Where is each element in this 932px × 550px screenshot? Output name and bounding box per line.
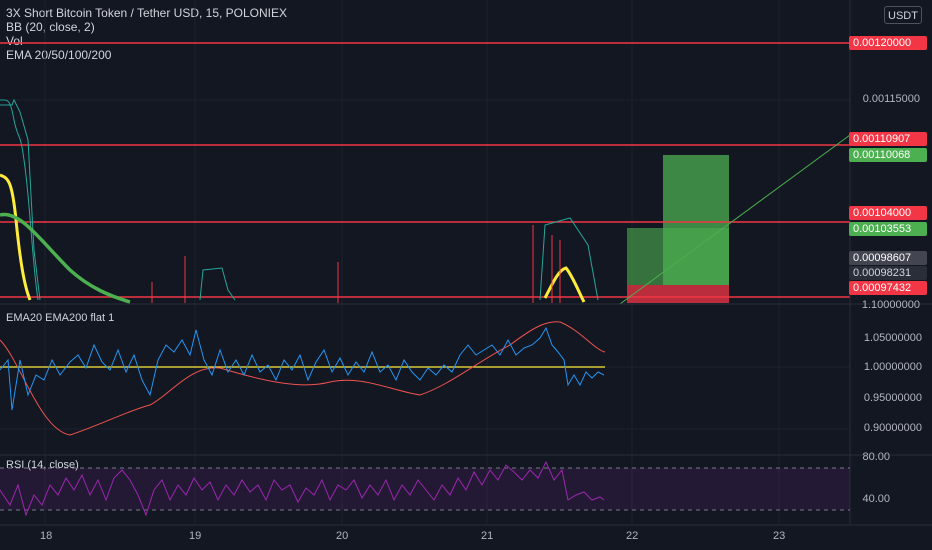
time-axis-label: 18 [40, 530, 53, 542]
ema-yellow [0, 173, 32, 301]
chart-canvas[interactable] [0, 0, 932, 550]
trend-line [619, 134, 851, 305]
price-tag: 0.00104000 [849, 206, 927, 220]
bb-upper [0, 99, 39, 301]
rsi-axis-label: 40.00 [862, 493, 890, 505]
indicator-axis-label: 1.05000000 [863, 332, 922, 344]
price-axis-label: 1.10000000 [861, 299, 920, 311]
time-axis-label: 21 [481, 530, 494, 542]
indicator-axis-label: 0.95000000 [863, 392, 922, 404]
time-axis-label: 23 [773, 530, 786, 542]
ema200-line [0, 321, 606, 436]
bb-mid-2 [199, 267, 236, 301]
price-tag: 0.00098607 [849, 251, 927, 265]
ema20-ratio-line [0, 326, 605, 411]
price-axis-label: 0.00115000 [862, 93, 920, 105]
price-tag: 0.00120000 [849, 36, 927, 50]
price-tag: 0.00110907 [849, 132, 927, 146]
indicator-axis-label: 1.00000000 [863, 361, 922, 373]
indicator-axis-label: 0.90000000 [863, 422, 922, 434]
time-axis-label: 22 [626, 530, 639, 542]
time-axis-label: 19 [189, 530, 202, 542]
time-axis-label: 20 [336, 530, 349, 542]
indicator-title[interactable]: EMA20 EMA200 flat 1 [6, 312, 114, 324]
price-tag: 0.00110068 [849, 148, 927, 162]
rsi-title[interactable]: RSI (14, close) [6, 459, 79, 471]
price-tag: 0.00103553 [849, 222, 927, 236]
rsi-axis-label: 80.00 [862, 451, 890, 463]
price-tag: 0.00097432 [849, 281, 927, 295]
price-tag: 0.00098231 [849, 266, 927, 280]
